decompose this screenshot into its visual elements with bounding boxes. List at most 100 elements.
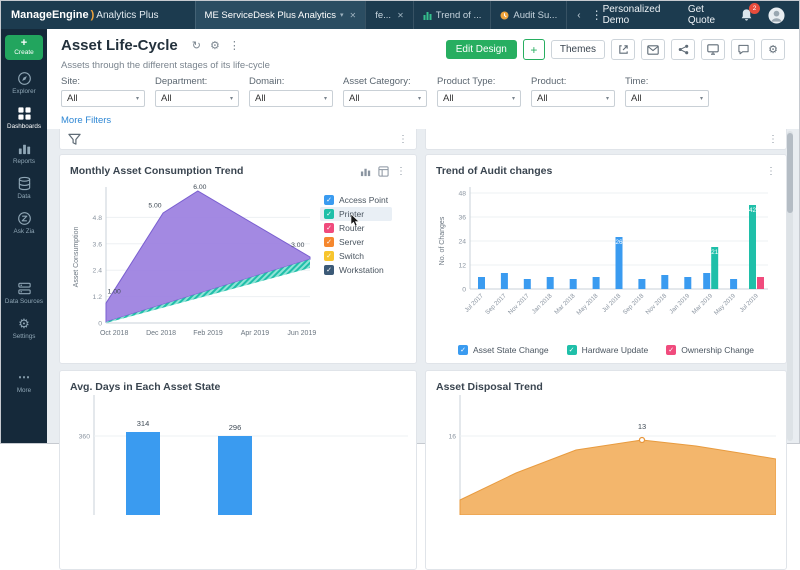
legend-item-switch[interactable]: ✓Switch <box>320 249 392 263</box>
more-icon: ⋯ <box>18 370 30 385</box>
chevron-down-icon[interactable]: ▾ <box>340 11 344 19</box>
sidebar-item-data[interactable]: Data <box>1 176 47 200</box>
svg-text:May 2019: May 2019 <box>713 292 738 317</box>
comments-button[interactable] <box>731 39 755 60</box>
legend-item-access-point[interactable]: ✓Access Point <box>320 193 392 207</box>
filter-label: Product Type: <box>437 76 521 87</box>
main-area: Asset Life-Cycle ↻ ⚙ ⋮ Edit Design + The… <box>47 29 799 443</box>
svg-text:21: 21 <box>711 249 719 256</box>
svg-text:36: 36 <box>458 215 466 222</box>
personalized-demo-link[interactable]: Personalized Demo <box>603 4 673 26</box>
topbar-tab-me-servicedesk-plus-analytics[interactable]: ME ServiceDesk Plus Analytics▾✕ <box>195 1 366 29</box>
legend-checkbox[interactable]: ✓ <box>458 345 468 355</box>
tab-label: fe... <box>375 10 391 21</box>
card-trend-of-audit-changes: Trend of Audit changes ⋮ 012243648Jul 20… <box>425 154 787 364</box>
legend-item-server[interactable]: ✓Server <box>320 235 392 249</box>
brand-mark-icon: ) <box>91 9 95 21</box>
edit-design-button[interactable]: Edit Design <box>446 40 517 59</box>
svg-text:6.00: 6.00 <box>193 184 206 191</box>
filter-select[interactable]: All▾ <box>343 90 427 107</box>
topbar-tab-fe-[interactable]: fe... ✕ <box>365 1 413 29</box>
brand-logo[interactable]: ManageEngine ) Analytics Plus <box>1 9 169 21</box>
legend-item-workstation[interactable]: ✓Workstation <box>320 263 392 277</box>
chart-type-icon[interactable] <box>360 166 371 177</box>
legend-item-printer[interactable]: ✓Printer <box>320 207 392 221</box>
legend-checkbox[interactable]: ✓ <box>324 265 334 275</box>
legend-checkbox[interactable]: ✓ <box>324 223 334 233</box>
app-window: { "topbar": { "brand_primary": "ManageEn… <box>0 0 800 444</box>
filter-select[interactable]: All▾ <box>625 90 709 107</box>
filter-select[interactable]: All▾ <box>155 90 239 107</box>
svg-text:Nov 2017: Nov 2017 <box>507 292 531 316</box>
legend-item-ownership-change[interactable]: ✓Ownership Change <box>664 344 756 356</box>
filter-funnel-icon[interactable] <box>68 133 81 146</box>
asset-state-bar-chart: 360314296 <box>70 395 406 520</box>
legend-checkbox[interactable]: ✓ <box>324 195 334 205</box>
sidebar-item-ask-zia[interactable]: Ask Zia <box>1 211 47 235</box>
topbar-tab-audit-su-[interactable]: Audit Su... <box>490 1 567 29</box>
svg-text:Nov 2018: Nov 2018 <box>645 292 669 316</box>
chevron-down-icon: ▾ <box>136 95 139 102</box>
legend-item-router[interactable]: ✓Router <box>320 221 392 235</box>
slideshow-button[interactable] <box>701 39 725 60</box>
legend-item-hardware-update[interactable]: ✓Hardware Update <box>565 344 651 356</box>
filter-label: Department: <box>155 76 239 87</box>
legend-checkbox[interactable]: ✓ <box>324 251 334 261</box>
tab-close-icon[interactable]: ✕ <box>397 11 404 20</box>
page-subtitle: Assets through the different stages of i… <box>61 60 270 71</box>
filter-select[interactable]: All▾ <box>249 90 333 107</box>
kebab-menu-icon[interactable]: ⋮ <box>398 134 408 145</box>
dashboards-icon <box>17 106 32 121</box>
settings-icon[interactable]: ⚙ <box>210 39 220 52</box>
sidebar-item-reports[interactable]: Reports <box>1 141 47 165</box>
sidebar-item-data-sources[interactable]: Data Sources <box>1 281 47 305</box>
email-button[interactable] <box>641 39 665 60</box>
themes-button[interactable]: Themes <box>551 40 605 59</box>
kebab-menu-icon[interactable]: ⋮ <box>768 134 778 145</box>
dashboard-canvas: ⋮ ⋮ Monthly Asset Consumption Trend ⋮ <box>47 129 799 443</box>
share-button[interactable] <box>671 39 695 60</box>
legend-checkbox[interactable]: ✓ <box>324 237 334 247</box>
legend-checkbox[interactable]: ✓ <box>666 345 676 355</box>
export-button[interactable] <box>611 39 635 60</box>
scrollbar-thumb[interactable] <box>787 133 793 213</box>
svg-text:Mar 2019: Mar 2019 <box>691 292 715 316</box>
tab-close-icon[interactable]: ✕ <box>350 11 357 20</box>
filter-label: Time: <box>625 76 709 87</box>
kebab-menu-icon[interactable]: ⋮ <box>766 166 776 177</box>
filters-row: Site:All▾Department:All▾Domain:All▾Asset… <box>61 76 709 107</box>
filter-select[interactable]: All▾ <box>531 90 615 107</box>
tabs-back-arrow-icon[interactable]: ‹ <box>577 10 580 21</box>
filter-product-type-: Product Type: All▾ <box>437 76 521 107</box>
legend-checkbox[interactable]: ✓ <box>324 209 334 219</box>
kebab-menu-icon[interactable]: ⋮ <box>396 166 406 177</box>
user-avatar[interactable] <box>768 7 785 24</box>
legend-checkbox[interactable]: ✓ <box>567 345 577 355</box>
add-button[interactable]: + <box>523 39 545 60</box>
kebab-menu-icon[interactable]: ⋮ <box>229 39 240 52</box>
tabs-menu-icon[interactable]: ⋮ <box>591 8 603 22</box>
create-button[interactable]: + Create <box>5 35 43 60</box>
refresh-icon[interactable]: ↻ <box>192 39 201 52</box>
sidebar-item-more[interactable]: ⋯More <box>1 370 47 394</box>
sidebar-item-explorer[interactable]: Explorer <box>1 71 47 95</box>
chevron-down-icon: ▾ <box>324 95 327 102</box>
sidebar-item-settings[interactable]: ⚙Settings <box>1 316 47 340</box>
svg-text:Oct 2018: Oct 2018 <box>100 330 129 337</box>
svg-text:13: 13 <box>638 422 646 431</box>
svg-text:May 2018: May 2018 <box>575 292 600 317</box>
more-filters-link[interactable]: More Filters <box>61 115 111 126</box>
legend-item-asset-state-change[interactable]: ✓Asset State Change <box>456 344 551 356</box>
sidebar-item-dashboards[interactable]: Dashboards <box>1 106 47 130</box>
dashboard-settings-button[interactable]: ⚙ <box>761 39 785 60</box>
filter-select[interactable]: All▾ <box>61 90 145 107</box>
sidebar-item-label: Data Sources <box>5 298 43 305</box>
vertical-scrollbar[interactable] <box>787 131 793 441</box>
svg-text:Jan 2019: Jan 2019 <box>668 292 691 315</box>
view-data-icon[interactable] <box>378 166 389 177</box>
card-monthly-asset-consumption: Monthly Asset Consumption Trend ⋮ 01.22.… <box>59 154 417 364</box>
topbar-tab-trend-of-[interactable]: Trend of ... <box>413 1 491 29</box>
filter-select[interactable]: All▾ <box>437 90 521 107</box>
notifications-bell-icon[interactable]: 2 <box>740 8 753 22</box>
get-quote-link[interactable]: Get Quote <box>688 4 725 26</box>
